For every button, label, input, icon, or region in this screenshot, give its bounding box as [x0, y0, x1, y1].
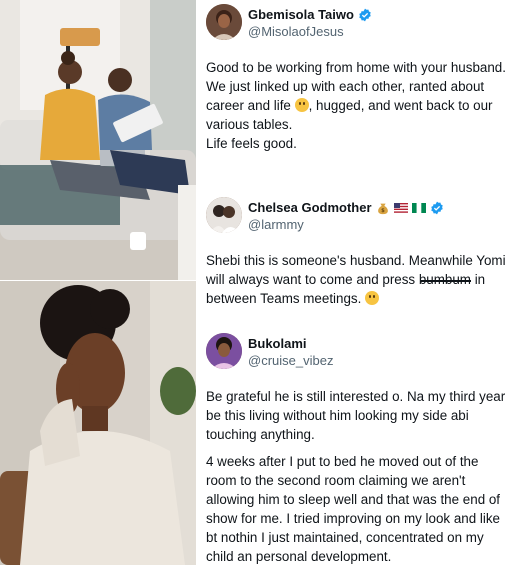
woman-avatar[interactable] [206, 4, 242, 40]
tweet-card[interactable]: Chelsea Godmother $ @larmmy Shebi this i… [206, 197, 506, 308]
tweet-header: Gbemisola Taiwo @MisolaofJesus [206, 4, 506, 44]
tweet-line: We just linked up with each other, rante… [206, 77, 506, 134]
nigeria-flag-icon [411, 203, 426, 213]
thoughtful-woman-photo [0, 281, 196, 565]
display-name[interactable]: Bukolami [248, 336, 307, 352]
display-name[interactable]: Gbemisola Taiwo [248, 7, 354, 23]
user-handle[interactable]: @MisolaofJesus [248, 24, 372, 40]
tweet-text: Be grateful he is still interested o. Na… [206, 387, 506, 565]
verified-badge-icon [430, 201, 443, 215]
display-name[interactable]: Chelsea Godmother [248, 200, 372, 216]
woozy-face-emoji-icon [294, 98, 309, 112]
tweet-line: Good to be working from home with your h… [206, 60, 506, 75]
tweet-header: Bukolami @cruise_vibez [206, 333, 506, 373]
tweet-paragraph: 4 weeks after I put to bed he moved out … [206, 454, 501, 564]
couple-avatar[interactable] [206, 197, 242, 233]
sweat-smile-emoji-icon [365, 291, 380, 305]
struck-word: bumbum [418, 272, 471, 287]
tweet-line: Shebi this is someone's husband. Meanwhi… [206, 251, 506, 308]
tweet-text: Shebi this is someone's husband. Meanwhi… [206, 251, 506, 308]
tweet-card[interactable]: Bukolami @cruise_vibez Be grateful he is… [206, 333, 506, 565]
tweet-header: Chelsea Godmother $ @larmmy [206, 197, 506, 237]
tweet-line: Life feels good. [206, 136, 297, 151]
column-divider [196, 0, 197, 565]
woman-avatar[interactable] [206, 333, 242, 369]
tweet-text: Good to be working from home with your h… [206, 58, 506, 153]
tweet-card[interactable]: Gbemisola Taiwo @MisolaofJesus Good to b… [206, 4, 506, 153]
us-flag-icon [393, 203, 408, 213]
user-handle[interactable]: @larmmy [248, 217, 444, 233]
couple-working-photo [0, 0, 196, 280]
user-handle[interactable]: @cruise_vibez [248, 353, 333, 369]
svg-text:$: $ [381, 208, 385, 214]
verified-badge-icon [359, 8, 371, 22]
photo-column [0, 0, 196, 565]
tweet-paragraph: Be grateful he is still interested o. Na… [206, 389, 506, 442]
money-bag-icon: $ [377, 203, 388, 215]
